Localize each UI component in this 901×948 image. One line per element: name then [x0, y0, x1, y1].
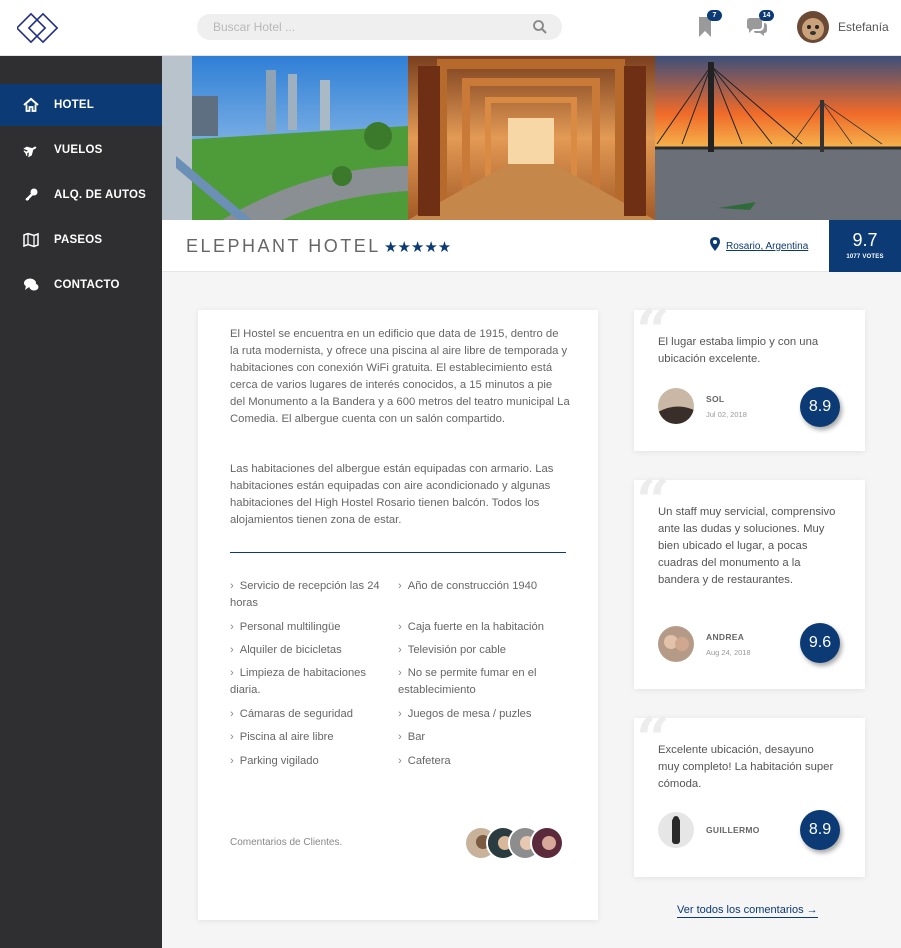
- chevron-right-icon: ›: [398, 755, 402, 767]
- map-icon: [22, 231, 40, 249]
- key-icon: [22, 186, 40, 204]
- reviewer-name: GUILLERMO: [706, 825, 760, 835]
- chevron-right-icon: ›: [398, 580, 402, 592]
- hero-image-hallway[interactable]: [408, 56, 655, 220]
- hotel-name: ELEPHANT HOTEL: [186, 236, 381, 256]
- location-link[interactable]: Rosario, Argentina: [726, 241, 808, 252]
- hotel-description-card: El Hostel se encuentra en un edificio qu…: [198, 310, 598, 920]
- review-score: 8.9: [800, 810, 840, 850]
- hotel-location[interactable]: Rosario, Argentina: [710, 237, 808, 256]
- description-paragraph-1: El Hostel se encuentra en un edificio qu…: [230, 328, 570, 425]
- see-all-comments-link[interactable]: Ver todos los comentarios →: [677, 904, 818, 918]
- sidebar-item-label: ALQ. DE AUTOS: [54, 189, 147, 201]
- chevron-right-icon: ›: [230, 621, 234, 633]
- user-avatar[interactable]: [797, 11, 829, 43]
- logo[interactable]: [15, 10, 61, 46]
- amenity-item: › Parking vigilado: [230, 755, 319, 767]
- plane-icon: [22, 141, 40, 159]
- chevron-right-icon: ›: [230, 644, 234, 656]
- bookmark-icon: [692, 17, 718, 44]
- reviewer-name: SOL: [706, 394, 725, 404]
- review-text: Un staff muy servicial, comprensivo ante…: [658, 506, 836, 586]
- amenity-item: › Alquiler de bicicletas: [230, 644, 342, 656]
- search-icon[interactable]: [532, 19, 548, 35]
- amenity-item: › Televisión por cable: [398, 644, 506, 656]
- sidebar-item-contacto[interactable]: CONTACTO: [0, 264, 162, 306]
- chevron-right-icon: ›: [230, 708, 234, 720]
- chevron-right-icon: ›: [230, 731, 234, 743]
- amenity-item: › Año de construcción 1940: [398, 580, 538, 592]
- chevron-right-icon: ›: [398, 621, 402, 633]
- amenity-item: › Caja fuerte en la habitación: [398, 621, 544, 633]
- review-date: Jul 02, 2018: [706, 410, 747, 419]
- reviewer-avatar[interactable]: [658, 626, 694, 662]
- messages-badge: 14: [759, 10, 774, 21]
- sidebar-item-label: HOTEL: [54, 99, 94, 111]
- messages-button[interactable]: 14: [744, 10, 774, 40]
- amenity-item: › No se permite fumar en el establecimien…: [398, 667, 537, 696]
- amenity-item: › Limpieza de habitaciones diaria.: [230, 667, 366, 696]
- hotel-votes: 1077 VOTES: [846, 254, 884, 260]
- reviewer-avatar[interactable]: [658, 812, 694, 848]
- chevron-right-icon: ›: [398, 708, 402, 720]
- hotel-score: 9.7: [852, 230, 878, 250]
- amenity-item: › Servicio de recepción las 24 horas: [230, 580, 380, 609]
- review-text: Excelente ubicación, desayuno muy comple…: [658, 744, 834, 790]
- review-card: “ Un staff muy servicial, comprensivo an…: [634, 472, 865, 689]
- chat-bubbles-icon: [744, 18, 770, 44]
- sidebar-item-label: VUELOS: [54, 144, 103, 156]
- chevron-right-icon: ›: [398, 644, 402, 656]
- chevron-right-icon: ›: [398, 667, 402, 679]
- location-pin-icon: [710, 237, 720, 256]
- sidebar-item-paseos[interactable]: PASEOS: [0, 219, 162, 261]
- hotel-star-rating: ★★★★★: [384, 239, 452, 256]
- review-card: “ Excelente ubicación, desayuno muy comp…: [634, 710, 865, 877]
- amenity-item: › Piscina al aire libre: [230, 731, 334, 743]
- review-card: “ El lugar estaba limpio y con una ubica…: [634, 302, 865, 451]
- chevron-right-icon: ›: [230, 755, 234, 767]
- sidebar-item-label: CONTACTO: [54, 279, 120, 291]
- chevron-right-icon: ›: [398, 731, 402, 743]
- hero-image-city[interactable]: [162, 56, 408, 220]
- bookmark-button[interactable]: 7: [692, 10, 722, 40]
- avatar[interactable]: [530, 826, 564, 860]
- review-text: El lugar estaba limpio y con una ubicaci…: [658, 336, 819, 365]
- amenity-item: › Personal multilingüe: [230, 621, 341, 633]
- search-input[interactable]: [197, 14, 497, 40]
- amenity-item: › Bar: [398, 731, 426, 743]
- sidebar: HOTEL VUELOS ALQ. DE AUTOS PASEOS CONTAC…: [0, 56, 162, 948]
- hero-image-bridge[interactable]: [655, 56, 901, 220]
- chat-icon: [22, 276, 40, 294]
- hotel-title-bar: ELEPHANT HOTEL ★★★★★ Rosario, Argentina …: [162, 220, 901, 272]
- reviewer-name: ANDREA: [706, 632, 745, 642]
- reviewer-avatar[interactable]: [658, 388, 694, 424]
- review-score: 9.6: [800, 623, 840, 663]
- sidebar-item-vuelos[interactable]: VUELOS: [0, 129, 162, 171]
- sidebar-item-hotel[interactable]: HOTEL: [0, 84, 162, 126]
- amenity-item: › Juegos de mesa / puzles: [398, 708, 532, 720]
- bookmark-badge: 7: [707, 10, 722, 21]
- chevron-right-icon: ›: [230, 667, 234, 679]
- sidebar-item-label: PASEOS: [54, 234, 103, 246]
- search-bar: [197, 14, 562, 40]
- chevron-right-icon: ›: [230, 580, 234, 592]
- hotel-score-box: 9.7 1077 VOTES: [829, 220, 901, 272]
- description-paragraph-2: Las habitaciones del albergue están equi…: [230, 463, 554, 526]
- sidebar-item-alq-autos[interactable]: ALQ. DE AUTOS: [0, 174, 162, 216]
- hero-gallery: [162, 56, 901, 220]
- amenity-item: › Cafetera: [398, 755, 451, 767]
- divider: [230, 552, 566, 553]
- amenity-item: › Cámaras de seguridad: [230, 708, 353, 720]
- home-icon: [22, 96, 40, 114]
- review-date: Aug 24, 2018: [706, 648, 751, 657]
- commenter-avatars[interactable]: [464, 826, 568, 860]
- user-name[interactable]: Estefanía: [838, 20, 889, 34]
- review-score: 8.9: [800, 387, 840, 427]
- comments-label: Comentarios de Clientes.: [230, 837, 343, 848]
- top-bar: 7 14 Estefanía: [0, 0, 901, 56]
